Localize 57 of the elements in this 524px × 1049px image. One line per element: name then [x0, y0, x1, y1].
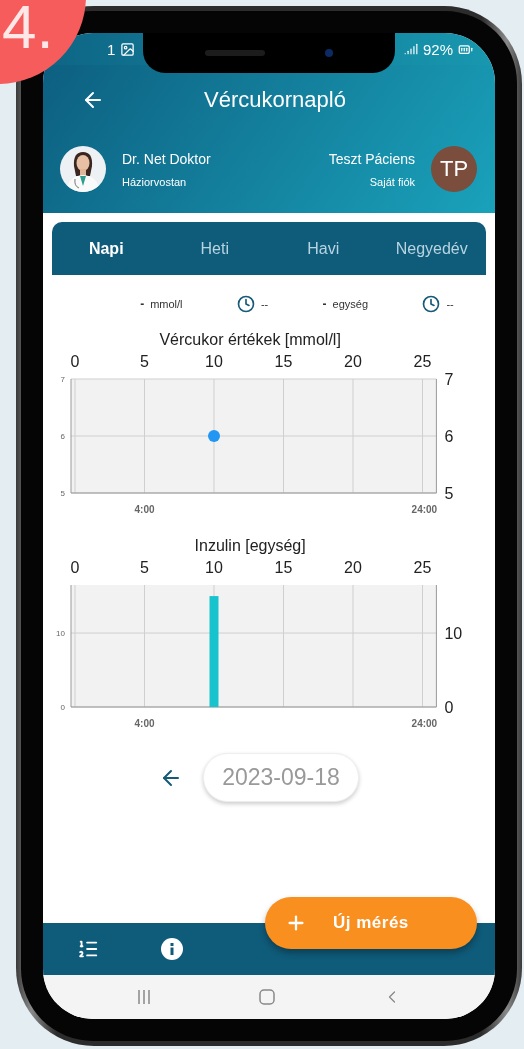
time-label: 4:00 [134, 504, 155, 515]
info-button[interactable] [161, 938, 183, 960]
screen-title: Vércukornapló [203, 87, 347, 113]
time-label: 24:00 [411, 504, 438, 515]
home-icon[interactable] [258, 988, 276, 1006]
axis-tick-label: 5 [60, 489, 65, 498]
reading-value: - [140, 297, 145, 311]
time-value: -- [260, 298, 269, 310]
time-label: 4:00 [134, 718, 155, 729]
period-tab[interactable]: Havi [269, 238, 378, 259]
axis-tick-label: 25 [413, 353, 432, 370]
time-label: 24:00 [411, 718, 438, 729]
account-link[interactable]: Saját fiók [369, 175, 415, 188]
axis-tick-label: 25 [413, 559, 432, 576]
signal-icon [403, 42, 418, 56]
axis-tick-label: 6 [444, 428, 454, 445]
axis-tick-label: 7 [444, 371, 454, 388]
clock-icon [236, 295, 255, 313]
patient-avatar[interactable]: TP [431, 146, 477, 192]
status-time: 1 [107, 40, 116, 58]
battery-percent: 92% [422, 40, 453, 58]
axis-tick-label: 15 [274, 353, 293, 370]
axis-tick-label: 10 [444, 625, 463, 643]
axis-tick-label: 0 [70, 353, 80, 370]
chart-title: Inzulin [egység] [194, 537, 306, 554]
patient-name: Teszt Páciens [328, 150, 415, 167]
image-icon [120, 41, 136, 57]
doctor-name: Dr. Net Doktor [122, 150, 212, 167]
axis-tick-label: 7 [60, 375, 65, 384]
clock-icon [422, 295, 441, 313]
unit-label: mmol/l [150, 298, 183, 310]
unit-label: egység [332, 298, 369, 310]
axis-tick-label: 15 [274, 559, 293, 576]
axis-tick-label: 5 [444, 485, 454, 502]
axis-tick-label: 20 [344, 353, 362, 370]
axis-tick-label: 10 [205, 559, 223, 576]
data-point [208, 430, 220, 442]
axis-tick-label: 20 [344, 559, 362, 576]
period-tab[interactable]: Napi [52, 238, 161, 259]
info-icon [161, 938, 183, 960]
axis-tick-label: 0 [70, 559, 80, 576]
numbered-list-icon[interactable] [77, 938, 99, 960]
time-value: -- [446, 298, 454, 310]
axis-tick-label: 10 [56, 629, 65, 639]
axis-tick-label: 6 [60, 432, 65, 441]
axis-tick-label: 10 [205, 353, 223, 370]
chart-title: Vércukor értékek [mmol/l] [159, 331, 341, 348]
axis-tick-label: 5 [140, 353, 149, 370]
axis-tick-label: 5 [140, 559, 149, 576]
date-picker[interactable]: 2023-09-18 [203, 753, 359, 802]
period-tab[interactable]: Negyedév [377, 238, 486, 259]
period-tab[interactable]: Heti [160, 238, 269, 259]
axis-tick-label: 0 [444, 699, 454, 716]
step-number: 4. [2, 0, 54, 58]
axis-tick-label: 0 [60, 703, 65, 712]
doctor-specialty: Háziorvostan [122, 175, 188, 188]
reading-value: - [322, 297, 327, 311]
